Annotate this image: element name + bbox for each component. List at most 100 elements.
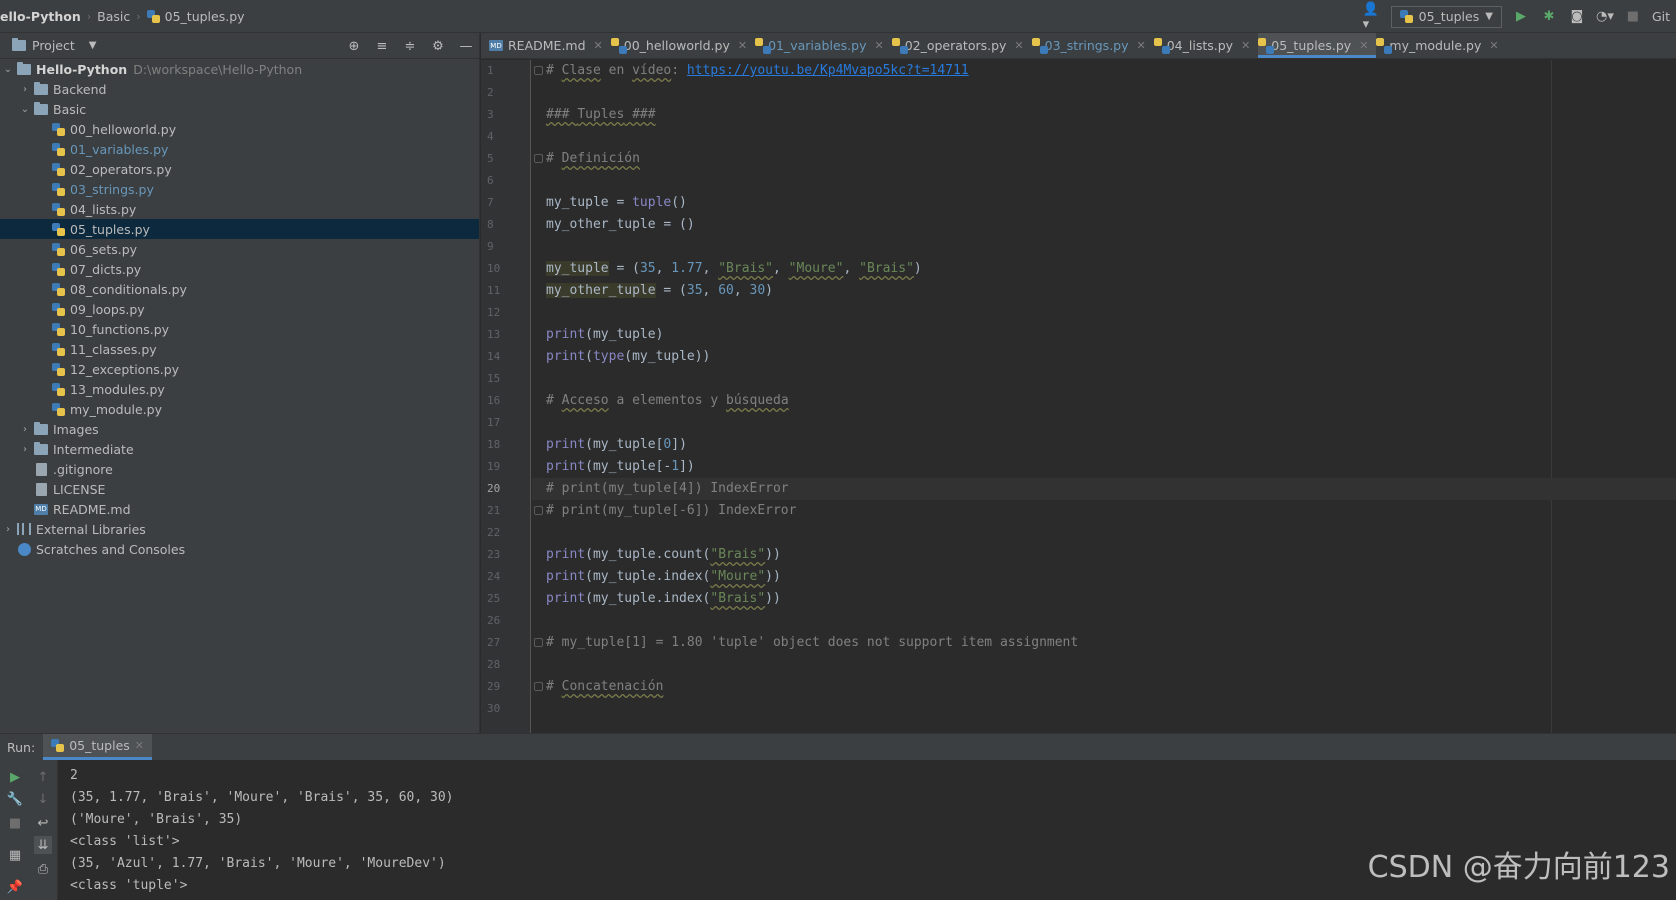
editor-tab[interactable]: 04_lists.py ✕ — [1154, 33, 1259, 58]
print-icon[interactable]: ⎙ — [34, 860, 52, 878]
chevron-right-icon[interactable]: › — [17, 444, 33, 455]
line-number: 9 — [487, 240, 494, 253]
scroll-to-end-icon[interactable]: ⇊ — [34, 836, 52, 854]
debug-icon[interactable]: ✱ — [1540, 8, 1558, 26]
close-icon[interactable]: ✕ — [874, 39, 883, 52]
tree-item[interactable]: MD README.md — [0, 499, 479, 519]
tree-item[interactable]: 09_loops.py — [0, 299, 479, 319]
console-output[interactable]: 2 (35, 1.77, 'Brais', 'Moure', 'Brais', 3… — [70, 765, 1370, 897]
code-editor[interactable]: # Clase en vídeo: https://youtu.be/Kp4Mv… — [532, 60, 1676, 733]
python-file-icon — [50, 142, 66, 156]
chevron-down-icon[interactable]: ⌄ — [17, 104, 33, 115]
pin-icon[interactable]: 📌 — [6, 878, 24, 896]
arrow-up-icon[interactable]: ↑ — [34, 768, 52, 786]
code-line-text: # Acceso a elementos y búsqueda — [532, 393, 789, 408]
arrow-down-icon[interactable]: ↓ — [34, 790, 52, 808]
tree-item[interactable]: 12_exceptions.py — [0, 359, 479, 379]
minimize-icon[interactable]: — — [457, 37, 475, 55]
chevron-right-icon[interactable]: › — [0, 524, 16, 535]
tree-item[interactable]: 01_variables.py — [0, 139, 479, 159]
code-line — [532, 522, 1676, 544]
tree-root[interactable]: ⌄ Hello-Python D:\workspace\Hello-Python — [0, 59, 479, 79]
tree-item[interactable]: ⌄ Basic — [0, 99, 479, 119]
tree-item[interactable]: 03_strings.py — [0, 179, 479, 199]
code-line: ### Tuples ### — [532, 104, 1676, 126]
breadcrumb-project[interactable]: ello-Python — [0, 0, 81, 32]
tree-item[interactable]: 04_lists.py — [0, 199, 479, 219]
editor-tab[interactable]: 02_operators.py ✕ — [892, 33, 1032, 58]
md-icon: MD — [489, 40, 503, 51]
stop-icon[interactable]: ■ — [6, 814, 24, 832]
code-line-text: # Clase en vídeo: https://youtu.be/Kp4Mv… — [532, 63, 969, 78]
code-line: # print(my_tuple[-6]) IndexError — [532, 500, 1676, 522]
tree-item[interactable]: 00_helloworld.py — [0, 119, 479, 139]
code-token: "Brais" — [718, 261, 774, 276]
locate-icon[interactable]: ⊕ — [345, 37, 363, 55]
close-icon[interactable]: ✕ — [1137, 39, 1146, 52]
tree-item-label: README.md — [53, 501, 131, 517]
close-icon[interactable]: ✕ — [1014, 39, 1023, 52]
close-icon[interactable]: ✕ — [1489, 39, 1498, 52]
gear-icon[interactable]: ⚙ — [429, 37, 447, 55]
run-icon[interactable]: ▶ — [1512, 8, 1530, 26]
chevron-right-icon[interactable]: › — [17, 424, 33, 435]
layout-icon[interactable]: ▦ — [6, 846, 24, 864]
tree-item[interactable]: 13_modules.py — [0, 379, 479, 399]
editor-area: MD README.md ✕ 00_helloworld.py ✕ 01_variable… — [481, 33, 1676, 733]
code-line: print(my_tuple) — [532, 324, 1676, 346]
git-label[interactable]: Git — [1652, 8, 1670, 26]
tree-item[interactable]: 06_sets.py — [0, 239, 479, 259]
code-token: 35 — [686, 283, 703, 298]
run-tab[interactable]: 05_tuples ✕ — [43, 734, 152, 760]
tree-item[interactable]: LICENSE — [0, 479, 479, 499]
close-icon[interactable]: ✕ — [1359, 39, 1368, 52]
run-label: Run: — [7, 739, 36, 755]
code-line-text: print(my_tuple.index("Moure")) — [532, 569, 781, 584]
code-line — [532, 368, 1676, 390]
close-icon[interactable]: ✕ — [738, 39, 747, 52]
tree-item[interactable]: 11_classes.py — [0, 339, 479, 359]
rerun-icon[interactable]: ▶ — [6, 768, 24, 786]
tree-item[interactable]: Scratches and Consoles — [0, 539, 479, 559]
code-token: type — [592, 349, 625, 364]
tree-item[interactable]: 10_functions.py — [0, 319, 479, 339]
breadcrumb-file[interactable]: 05_tuples.py — [146, 0, 245, 32]
editor-tab[interactable]: 03_strings.py ✕ — [1032, 33, 1154, 58]
wrench-icon[interactable]: 🔧 — [6, 790, 24, 808]
tree-item[interactable]: 07_dicts.py — [0, 259, 479, 279]
code-token: , — [702, 283, 719, 298]
close-icon[interactable]: ✕ — [1241, 39, 1250, 52]
close-icon[interactable]: ✕ — [135, 739, 144, 752]
tree-item[interactable]: 05_tuples.py — [0, 219, 479, 239]
close-icon[interactable]: ✕ — [594, 39, 603, 52]
breadcrumb-folder[interactable]: Basic — [97, 0, 130, 32]
tree-item[interactable]: › Backend — [0, 79, 479, 99]
tree-item[interactable]: › Intermediate — [0, 439, 479, 459]
run-configuration-select[interactable]: 05_tuples ▼ — [1390, 5, 1502, 28]
expand-all-icon[interactable]: ≡ — [373, 37, 391, 55]
editor-tab[interactable]: 01_variables.py ✕ — [755, 33, 892, 58]
lib-icon — [16, 522, 32, 536]
user-icon[interactable]: 👤▾ — [1363, 2, 1381, 32]
profile-icon[interactable]: ◔▾ — [1596, 8, 1614, 26]
chevron-down-icon[interactable]: ▼ — [89, 40, 97, 51]
chevron-right-icon[interactable]: › — [17, 84, 33, 95]
tree-item[interactable]: 08_conditionals.py — [0, 279, 479, 299]
editor-tab[interactable]: my_module.py ✕ — [1376, 33, 1506, 58]
soft-wrap-icon[interactable]: ↩ — [34, 814, 52, 832]
editor-tab[interactable]: 05_tuples.py ✕ — [1258, 33, 1377, 58]
stop-icon[interactable]: ■ — [1624, 8, 1642, 26]
tree-item[interactable]: .gitignore — [0, 459, 479, 479]
tree-item[interactable]: my_module.py — [0, 399, 479, 419]
tree-item[interactable]: 02_operators.py — [0, 159, 479, 179]
project-view-title[interactable]: Project — [32, 38, 75, 53]
collapse-all-icon[interactable]: ≑ — [401, 37, 419, 55]
coverage-icon[interactable]: ◙ — [1568, 8, 1586, 26]
tree-item-label: 13_modules.py — [70, 381, 165, 397]
editor-tab[interactable]: 00_helloworld.py ✕ — [611, 33, 755, 58]
tree-item[interactable]: › Images — [0, 419, 479, 439]
chevron-down-icon[interactable]: ⌄ — [0, 64, 16, 75]
tree-item[interactable]: › External Libraries — [0, 519, 479, 539]
editor-tab[interactable]: MD README.md ✕ — [481, 33, 611, 58]
